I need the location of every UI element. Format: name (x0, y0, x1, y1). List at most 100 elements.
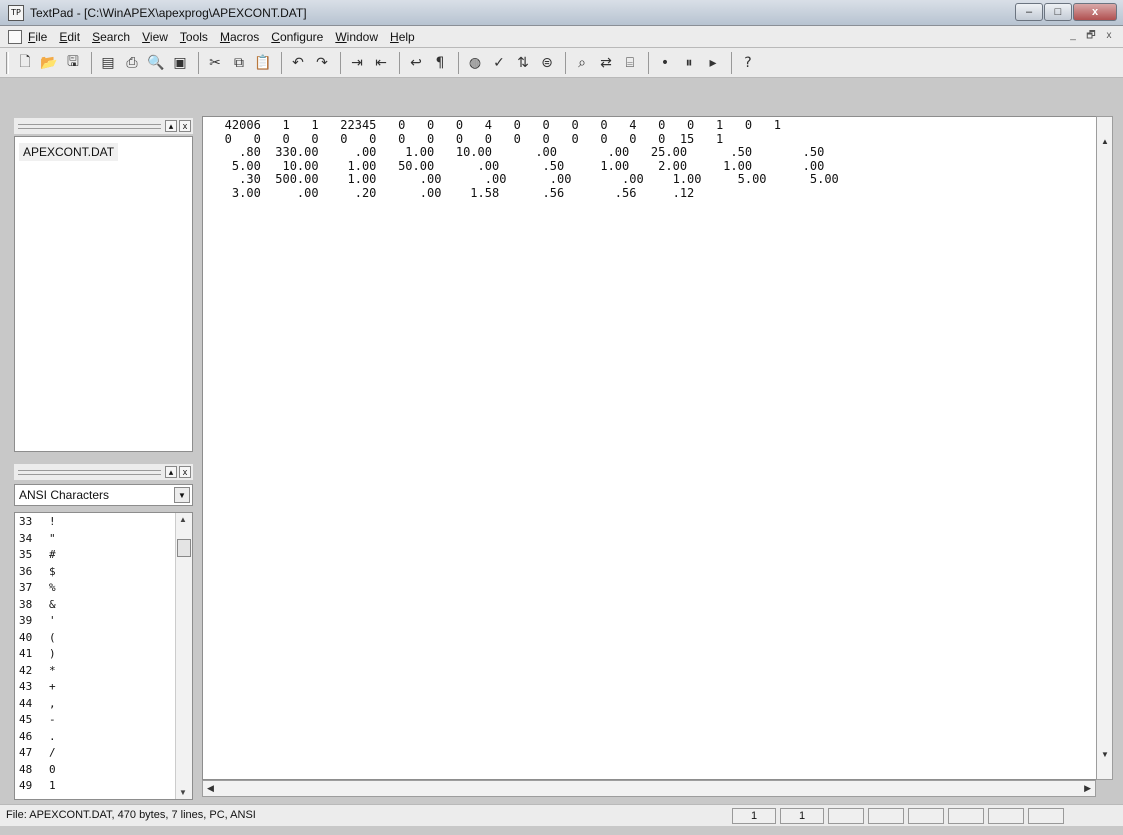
scroll-down-icon[interactable]: ▼ (179, 788, 187, 797)
doc-close-button[interactable]: x (1101, 29, 1117, 44)
close-button[interactable]: x (1073, 3, 1117, 21)
ansi-char: % (49, 581, 56, 594)
copy-icon[interactable]: ⧉ (228, 52, 250, 74)
clip-library-select[interactable]: ANSI Characters ▼ (14, 484, 193, 506)
outdent-icon[interactable]: ⇤ (370, 52, 392, 74)
editor-vertical-scrollbar[interactable]: ▲ ▼ (1096, 116, 1113, 780)
clip-panel-close-button[interactable]: x (179, 466, 191, 478)
doc-panel-close-button[interactable]: x (179, 120, 191, 132)
ansi-character-row[interactable]: 39 ' (19, 614, 56, 628)
sort-icon[interactable]: ⇅ (512, 52, 534, 74)
undo-icon[interactable]: ↶ (287, 52, 309, 74)
menu-view[interactable]: View (142, 30, 168, 44)
indent-icon[interactable]: ⇥ (346, 52, 368, 74)
replace-icon[interactable]: ⇄ (595, 52, 617, 74)
save-icon[interactable]: 🖫 (62, 52, 84, 74)
ansi-character-row[interactable]: 42 * (19, 664, 56, 678)
print-icon[interactable]: ⎙ (121, 52, 143, 74)
panel-grip[interactable] (18, 469, 161, 475)
editor-horizontal-scrollbar[interactable]: ◀ ▶ (202, 780, 1096, 797)
doc-panel-pin-button[interactable]: ▴ (165, 120, 177, 132)
ansi-char: . (49, 729, 56, 743)
ansi-character-row[interactable]: 43 + (19, 680, 56, 694)
minimize-button[interactable]: – (1015, 3, 1043, 21)
menu-edit[interactable]: Edit (59, 30, 80, 44)
menu-macros[interactable]: Macros (220, 30, 259, 44)
manage-files-icon[interactable]: ▣ (169, 52, 191, 74)
menu-search[interactable]: Search (92, 30, 130, 44)
menu-tools[interactable]: Tools (180, 30, 208, 44)
document-list-item[interactable]: APEXCONT.DAT (19, 143, 119, 161)
ansi-char: & (49, 597, 56, 611)
ansi-character-row[interactable]: 41) (19, 647, 56, 661)
char-list-scrollbar[interactable]: ▲ ▼ (175, 513, 192, 799)
print-preview-icon[interactable]: 🔍 (145, 52, 167, 74)
ansi-character-row[interactable]: 46. (19, 730, 56, 744)
ansi-code: 43 (19, 680, 33, 693)
ansi-code: 40 (19, 630, 33, 644)
ansi-character-row[interactable]: 33! (19, 515, 56, 529)
web-icon[interactable]: ◍ (464, 52, 486, 74)
context-help-icon[interactable]: ? (737, 52, 759, 74)
ansi-character-row[interactable]: 37% (19, 581, 56, 595)
paste-icon[interactable]: 📋 (252, 52, 274, 74)
document-icon[interactable] (8, 29, 22, 44)
ansi-character-row[interactable]: 36 $ (19, 565, 56, 579)
maximize-button[interactable]: □ (1044, 3, 1072, 21)
ansi-character-row[interactable]: 40 ( (19, 631, 56, 645)
editor-pane[interactable]: 42006 1 1 22345 0 0 0 4 0 0 0 0 4 0 0 1 … (202, 116, 1100, 780)
textpad-app-icon[interactable]: TP (8, 4, 24, 21)
editor-text-line[interactable]: 42006 1 1 22345 0 0 0 4 0 0 0 0 4 0 0 1 … (203, 119, 781, 132)
scroll-up-icon[interactable]: ▲ (179, 515, 187, 524)
doc-restore-button[interactable]: 🗗 (1083, 29, 1099, 44)
open-icon[interactable]: 📂 (38, 52, 60, 74)
scroll-down-icon[interactable]: ▼ (1101, 750, 1109, 759)
scroll-left-icon[interactable]: ◀ (207, 783, 214, 794)
record-macro-icon[interactable]: ⏸ (678, 52, 700, 74)
chevron-down-icon[interactable]: ▼ (174, 487, 190, 503)
clip-library-value: ANSI Characters (19, 488, 110, 502)
spelling-icon[interactable]: ✓ (488, 52, 510, 74)
play-macro-icon[interactable]: ▸ (702, 52, 724, 74)
clip-panel-header: ▴ x (14, 464, 193, 480)
editor-text-line[interactable]: 0 0 0 0 0 0 0 0 0 0 0 0 0 0 0 0 15 1 (203, 132, 724, 146)
menu-help[interactable]: Help (390, 30, 415, 44)
find-icon[interactable]: ⌕ (571, 52, 593, 74)
redo-icon[interactable]: ↷ (311, 52, 333, 74)
toolbar-separator (91, 51, 92, 74)
cut-icon[interactable]: ✂ (204, 52, 226, 74)
ansi-character-row[interactable]: 49 1 (19, 779, 56, 793)
scroll-right-icon[interactable]: ▶ (1084, 783, 1091, 794)
ansi-character-row[interactable]: 35 # (19, 548, 56, 562)
scroll-thumb[interactable] (177, 539, 191, 557)
editor-text-line[interactable]: .80 330.00 .00 1.00 10.00 .00 .00 25.00 … (203, 146, 824, 159)
visible-spaces-icon[interactable]: ¶ (429, 52, 451, 74)
toolbar: 🗋 📂 🖫 ▤ ⎙ 🔍 ▣ ✂ ⧉ 📋 ↶ ↷ ⇥ ⇤ ↩ ¶ ◍ ✓ ⇅ ⊜ … (0, 48, 1123, 78)
editor-text-line[interactable]: 5.00 10.00 1.00 50.00 .00 .50 1.00 2.00 … (203, 159, 824, 173)
menu-configure[interactable]: Configure (271, 30, 323, 44)
doc-minimize-button[interactable]: _ (1065, 29, 1081, 44)
ansi-character-row[interactable]: 48 0 (19, 763, 56, 777)
menu-file[interactable]: File (28, 30, 47, 44)
new-icon[interactable]: 🗋 (14, 52, 36, 74)
menu-window[interactable]: Window (335, 30, 378, 44)
clip-panel-pin-button[interactable]: ▴ (165, 466, 177, 478)
editor-text-line[interactable]: 3.00 .00 .20 .00 1.58 .56 .56 .12 (203, 187, 694, 200)
ansi-character-row[interactable]: 47 / (19, 746, 56, 760)
panel-grip[interactable] (18, 123, 161, 129)
toolbar-grip[interactable] (6, 52, 9, 74)
bookmark-icon[interactable]: • (654, 52, 676, 74)
save-all-icon[interactable]: ▤ (97, 52, 119, 74)
ansi-character-row[interactable]: 38 & (19, 598, 56, 612)
ansi-character-row[interactable]: 44, (19, 697, 56, 711)
editor-text-line[interactable]: .30 500.00 1.00 .00 .00 .00 .00 1.00 5.0… (203, 173, 839, 186)
compare-icon[interactable]: ⊜ (536, 52, 558, 74)
find-in-files-icon[interactable]: ⌸ (619, 52, 641, 74)
ansi-character-list: 33! 34 " 35 # 36 $ 37% 38 & 39 ' 40( 41) 42 * 43 + 44, 45- 4… (14, 512, 193, 800)
word-wrap-icon[interactable]: ↩ (405, 52, 427, 74)
ansi-character-row[interactable]: 34 " (19, 532, 56, 546)
scroll-up-icon[interactable]: ▲ (1101, 137, 1109, 146)
ansi-character-row[interactable]: 45 - (19, 713, 56, 727)
status-cell-blank (1028, 808, 1064, 824)
ansi-code: 41 (19, 647, 33, 660)
